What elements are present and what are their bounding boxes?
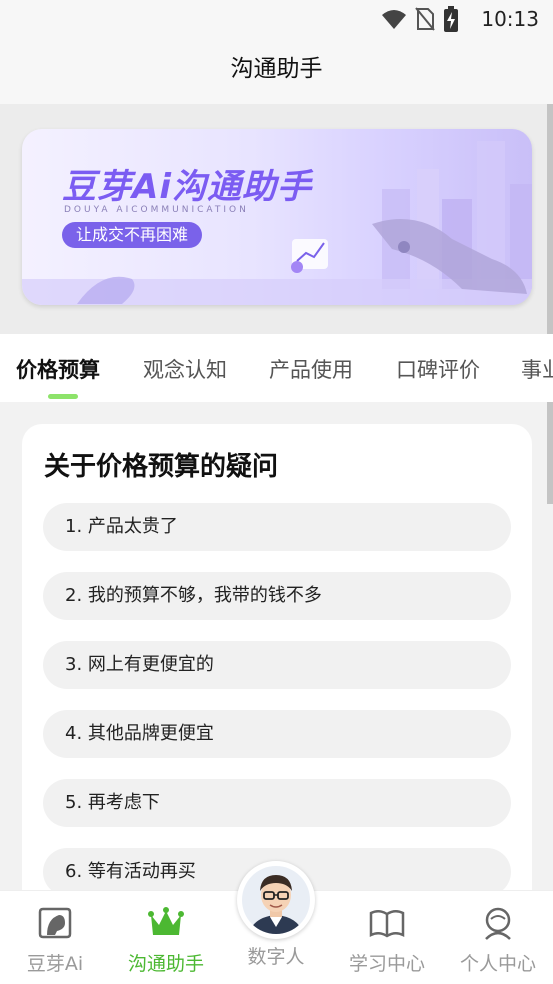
- tabbar-label: 豆芽Ai: [26, 953, 84, 975]
- tab-price-budget[interactable]: 价格预算: [16, 354, 100, 384]
- person-icon: [485, 907, 511, 940]
- crown-icon: [148, 907, 184, 935]
- tab-reputation[interactable]: 口碑评价: [396, 354, 480, 384]
- banner-tagline: 让成交不再困难: [62, 222, 203, 248]
- active-tab-indicator: [48, 394, 78, 399]
- tabbar-item-learning[interactable]: 学习中心: [332, 905, 442, 976]
- banner-subtitle: DOUYA AICOMMUNICATION: [64, 205, 249, 215]
- city-skyline-illustration: [22, 141, 532, 305]
- page-scrollbar[interactable]: [547, 104, 553, 504]
- tabbar-label: 个人中心: [459, 953, 536, 975]
- tabbar-item-profile[interactable]: 个人中心: [443, 905, 553, 976]
- avatar: [242, 866, 310, 934]
- tab-concept-awareness[interactable]: 观念认知: [143, 354, 227, 384]
- banner-section: 豆芽Ai沟通助手 DOUYA AICOMMUNICATION 让成交不再困难: [0, 104, 553, 334]
- app-header: 沟通助手: [0, 38, 553, 104]
- digital-human-button[interactable]: [237, 861, 315, 939]
- question-item[interactable]: 5. 再考虑下: [43, 779, 511, 827]
- tabbar-item-doya-ai[interactable]: 豆芽Ai: [0, 905, 110, 976]
- wifi-icon: [382, 10, 406, 29]
- banner-headline: 豆芽Ai沟通助手: [62, 167, 312, 207]
- tab-career[interactable]: 事业: [521, 354, 553, 384]
- question-item[interactable]: 4. 其他品牌更便宜: [43, 710, 511, 758]
- tab-product-use[interactable]: 产品使用: [269, 354, 353, 384]
- tabbar-label: 沟通助手: [127, 953, 204, 975]
- page-title: 沟通助手: [230, 56, 323, 82]
- battery-charging-icon: [444, 6, 458, 32]
- no-sim-icon: [415, 7, 435, 31]
- category-tabs: 价格预算 观念认知 产品使用 口碑评价 事业: [0, 334, 553, 402]
- status-time: 10:13: [481, 7, 539, 31]
- tabbar-label: 学习中心: [348, 953, 425, 975]
- question-item[interactable]: 2. 我的预算不够，我带的钱不多: [43, 572, 511, 620]
- question-item[interactable]: 3. 网上有更便宜的: [43, 641, 511, 689]
- question-item[interactable]: 1. 产品太贵了: [43, 503, 511, 551]
- tabbar-label-digital-human[interactable]: 数字人: [221, 942, 331, 969]
- card-title: 关于价格预算的疑问: [44, 452, 279, 482]
- tabbar-item-communication[interactable]: 沟通助手: [111, 905, 221, 976]
- book-icon: [369, 910, 405, 938]
- status-icons: [381, 6, 459, 32]
- status-bar: 10:13: [0, 0, 553, 38]
- doya-icon: [38, 907, 72, 939]
- promo-banner[interactable]: 豆芽Ai沟通助手 DOUYA AICOMMUNICATION 让成交不再困难: [22, 129, 532, 305]
